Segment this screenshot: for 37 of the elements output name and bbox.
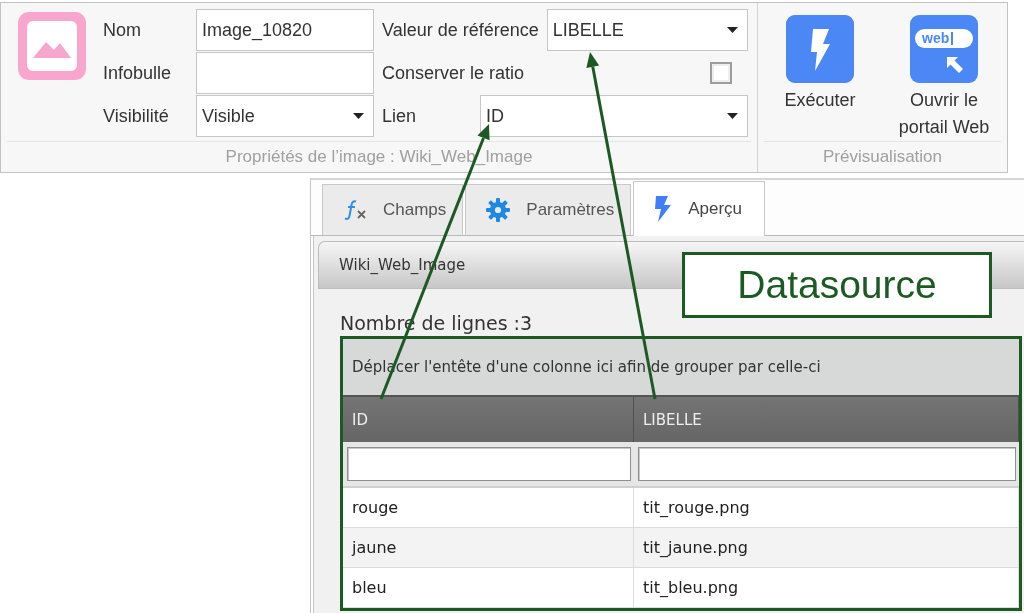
- icon-caption: web: [915, 29, 973, 48]
- filter-field[interactable]: [347, 447, 631, 481]
- table-cell: tit_jaune.png: [634, 528, 1019, 567]
- dropdown[interactable]: Visible: [196, 95, 374, 137]
- text-field[interactable]: Image_10820: [196, 9, 374, 51]
- field-label: Valeur de référence: [382, 19, 539, 41]
- dropdown[interactable]: ID: [480, 95, 748, 137]
- field-label: Nom: [103, 19, 142, 41]
- caret-icon: [727, 27, 738, 33]
- tab[interactable]: Aperçu: [633, 181, 766, 236]
- open-portal-button[interactable]: web Ouvrir le portail Web: [888, 12, 1000, 141]
- function-icon: [343, 199, 367, 221]
- table-cell: tit_rouge.png: [634, 488, 1019, 527]
- table-cell: tit_bleu.png: [634, 568, 1019, 607]
- lightning-icon: [654, 196, 673, 222]
- group-title: Prévisualisation: [764, 141, 1001, 172]
- field-label: Conserver le ratio: [382, 62, 525, 84]
- lightning-icon: [786, 15, 854, 83]
- checkbox[interactable]: [710, 62, 732, 84]
- tab[interactable]: Champs: [322, 184, 464, 235]
- table-cell: rouge: [343, 488, 634, 527]
- dropdown[interactable]: LIBELLE: [546, 9, 748, 51]
- image-icon: [18, 12, 86, 80]
- field-label: Visibilité: [103, 105, 170, 127]
- field-label: Infobulle: [103, 62, 173, 84]
- cursor-icon: [945, 55, 965, 75]
- text-field[interactable]: [196, 52, 374, 94]
- field-label: Lien: [382, 105, 418, 127]
- table-cell: jaune: [343, 528, 634, 567]
- caret-icon: [727, 113, 738, 119]
- annotation-label: Datasource: [682, 252, 992, 318]
- tab[interactable]: Paramètres: [465, 184, 632, 235]
- gear-icon: [486, 198, 511, 222]
- filter-field[interactable]: [638, 447, 1016, 481]
- caret-icon: [353, 113, 364, 119]
- run-button[interactable]: Exécuter: [767, 12, 873, 141]
- table-cell: bleu: [343, 568, 634, 607]
